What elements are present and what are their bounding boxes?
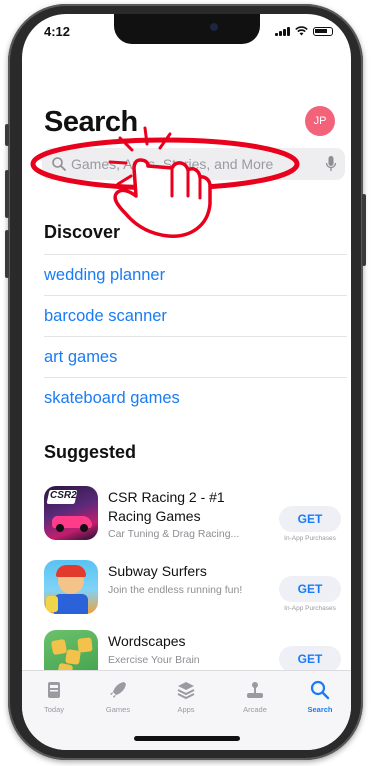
discover-item[interactable]: skateboard games — [44, 377, 347, 418]
tab-label: Today — [43, 705, 64, 714]
suggested-heading: Suggested — [44, 442, 137, 462]
cellular-signal-icon — [275, 26, 290, 36]
front-camera — [210, 23, 218, 31]
app-name: Wordscapes — [108, 633, 186, 649]
csr-logo-text: CSR2 — [50, 490, 77, 501]
get-button[interactable]: GET — [279, 646, 341, 672]
mute-switch — [5, 124, 9, 146]
power-button — [362, 194, 366, 266]
screen: 4:12 Search JP Games, Apps, Stories, and… — [22, 14, 351, 750]
app-subtitle: Exercise Your Brain — [108, 654, 200, 666]
discover-item[interactable]: art games — [44, 336, 347, 377]
search-input[interactable]: Games, Apps, Stories, and More — [42, 148, 345, 180]
tab-today[interactable]: Today — [24, 679, 84, 714]
home-indicator — [134, 736, 240, 741]
subway-surfers-app-icon — [44, 560, 98, 614]
notch — [114, 14, 260, 44]
status-icons — [275, 26, 333, 36]
in-app-purchases-note: In-App Purchases — [284, 535, 336, 542]
tab-apps[interactable]: Apps — [156, 679, 216, 714]
search-placeholder: Games, Apps, Stories, and More — [71, 156, 274, 172]
app-name: Subway Surfers — [108, 563, 207, 579]
discover-item[interactable]: barcode scanner — [44, 295, 347, 336]
suggested-app-row[interactable]: CSR2 CSR Racing 2 - #1 Racing Games Car … — [44, 486, 351, 548]
tab-search[interactable]: Search — [290, 679, 350, 714]
suggested-app-row[interactable]: Subway Surfers Join the endless running … — [44, 560, 351, 622]
app-subtitle: Car Tuning & Drag Racing... — [108, 528, 240, 540]
tab-label: Apps — [177, 705, 195, 714]
tab-label: Search — [307, 705, 333, 714]
joystick-icon — [247, 682, 263, 698]
get-button[interactable]: GET — [279, 506, 341, 532]
rocket-icon — [110, 682, 126, 698]
tab-label: Arcade — [243, 705, 267, 714]
volume-down-button — [5, 230, 9, 278]
search-icon — [52, 157, 66, 171]
discover-item[interactable]: wedding planner — [44, 254, 347, 295]
app-name: CSR Racing 2 - #1 Racing Games — [108, 489, 225, 524]
stack-icon — [177, 682, 195, 700]
app-subtitle: Join the endless running fun! — [108, 584, 243, 596]
status-time: 4:12 — [44, 24, 71, 39]
discover-heading: Discover — [44, 222, 121, 242]
battery-icon — [313, 26, 333, 36]
get-button[interactable]: GET — [279, 576, 341, 602]
today-icon — [48, 682, 60, 698]
volume-up-button — [5, 170, 9, 218]
discover-list: wedding planner barcode scanner art game… — [44, 254, 347, 418]
wifi-icon — [295, 26, 308, 36]
microphone-icon[interactable] — [325, 155, 337, 173]
in-app-purchases-note: In-App Purchases — [284, 605, 336, 612]
tab-label: Games — [105, 705, 131, 714]
tab-arcade[interactable]: Arcade — [225, 679, 285, 714]
csr-racing-app-icon: CSR2 — [44, 486, 98, 540]
tab-games[interactable]: Games — [88, 679, 148, 714]
search-icon — [310, 680, 330, 700]
account-avatar[interactable]: JP — [305, 106, 335, 136]
page-title: Search — [44, 106, 138, 138]
